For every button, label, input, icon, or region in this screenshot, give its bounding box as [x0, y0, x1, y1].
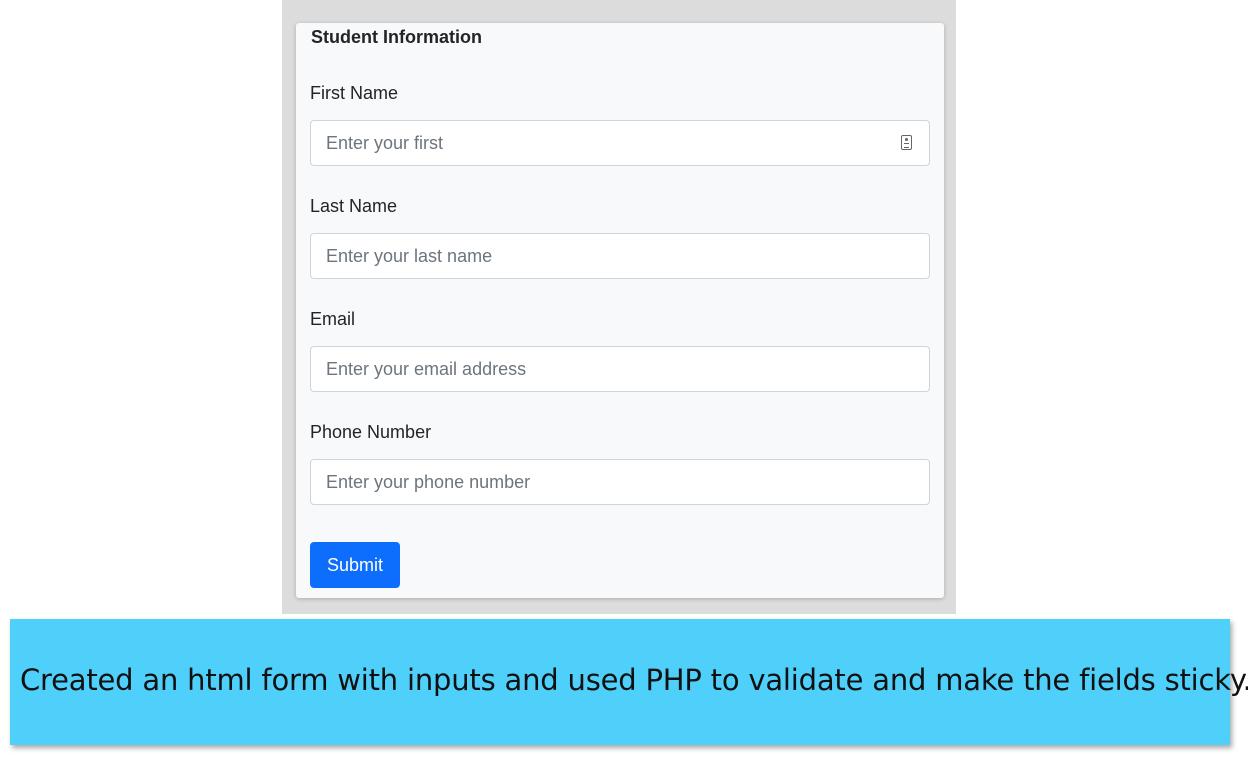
phone-number-input[interactable]: [310, 459, 930, 505]
email-label: Email: [310, 309, 356, 329]
phone-number-label: Phone Number: [310, 422, 432, 442]
student-information-card: Student Information First Name Last Name…: [296, 23, 944, 598]
contact-card-icon[interactable]: [901, 135, 912, 150]
caption-text: Created an html form with inputs and use…: [20, 663, 1248, 697]
last-name-input[interactable]: [310, 233, 930, 279]
first-name-label: First Name: [310, 83, 399, 103]
form-screenshot-frame: Student Information First Name Last Name…: [282, 0, 956, 614]
first-name-input[interactable]: [310, 120, 930, 166]
card-title: Student Information: [311, 27, 482, 47]
email-input[interactable]: [310, 346, 930, 392]
caption-banner: Created an html form with inputs and use…: [10, 619, 1248, 745]
last-name-label: Last Name: [310, 196, 398, 216]
submit-button[interactable]: Submit: [310, 542, 400, 588]
